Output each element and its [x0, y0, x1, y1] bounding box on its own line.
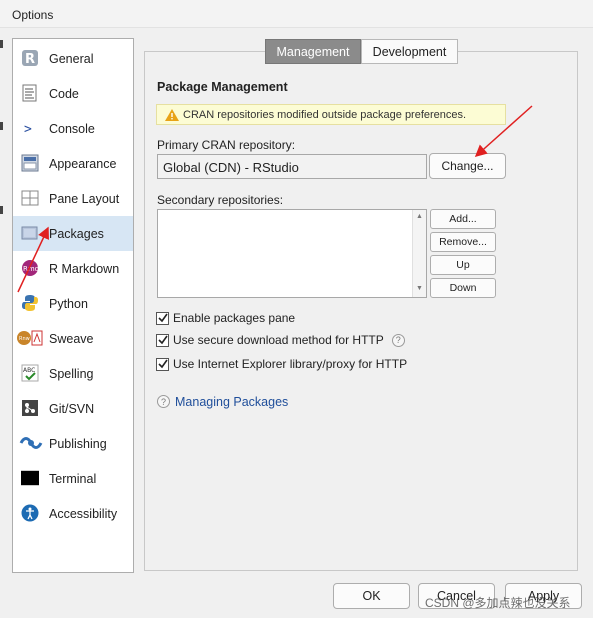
checkbox-label: Use secure download method for HTTP — [173, 333, 384, 347]
sidebar-item-publishing[interactable]: Publishing — [13, 426, 133, 461]
sidebar-item-git-svn[interactable]: Git/SVN — [13, 391, 133, 426]
sidebar-item-label: Appearance — [49, 157, 117, 171]
warning-icon — [165, 108, 179, 121]
sidebar-item-terminal[interactable]: Terminal — [13, 461, 133, 496]
sidebar-item-label: General — [49, 52, 94, 66]
secondary-repo-label: Secondary repositories: — [157, 193, 284, 207]
svg-text:>: > — [24, 122, 32, 136]
sidebar-item-label: Console — [49, 122, 95, 136]
enable-packages-pane-checkbox[interactable] — [156, 311, 169, 325]
sidebar-item-packages[interactable]: Packages — [13, 216, 133, 251]
publishing-icon — [19, 434, 43, 452]
help-question-icon[interactable]: ? — [157, 395, 170, 408]
remove-repo-button[interactable]: Remove... — [430, 232, 496, 252]
sidebar-item-accessibility[interactable]: Accessibility — [13, 496, 133, 531]
sweave-pdf-icon: Rnw — [17, 329, 43, 347]
sidebar-item-label: Packages — [49, 227, 104, 241]
pane-layout-icon — [21, 189, 39, 207]
sidebar-item-python[interactable]: Python — [13, 286, 133, 321]
secondary-repo-list[interactable]: ▲ ▼ — [157, 209, 427, 298]
spelling-abc-icon: ABC — [21, 364, 39, 382]
warning-text: CRAN repositories modified outside packa… — [183, 108, 467, 121]
secure-download-option[interactable]: Use secure download method for HTTP ? — [156, 333, 405, 347]
list-scrollbar[interactable]: ▲ ▼ — [412, 210, 426, 297]
window-title: Options — [0, 0, 593, 28]
git-icon — [21, 399, 39, 417]
managing-packages-link[interactable]: Managing Packages — [175, 395, 288, 409]
r-logo-icon: R — [21, 49, 39, 67]
console-prompt-icon: > — [21, 119, 39, 137]
code-document-icon — [21, 84, 39, 102]
tab-development[interactable]: Development — [361, 39, 458, 64]
secure-download-checkbox[interactable] — [156, 333, 169, 347]
tab-management[interactable]: Management — [265, 39, 361, 64]
section-title: Package Management — [157, 80, 288, 94]
terminal-icon — [21, 469, 39, 487]
appearance-palette-icon — [21, 154, 39, 172]
sidebar-item-label: Sweave — [49, 332, 94, 346]
checkbox-label: Use Internet Explorer library/proxy for … — [173, 357, 408, 371]
sidebar-item-label: Git/SVN — [49, 402, 95, 416]
left-edge-mark — [0, 40, 3, 48]
primary-repo-label: Primary CRAN repository: — [157, 138, 296, 152]
sidebar-item-label: Publishing — [49, 437, 107, 451]
help-question-icon[interactable]: ? — [391, 333, 405, 347]
cancel-button[interactable]: Cancel — [418, 583, 495, 609]
sidebar-item-sweave[interactable]: Rnw Sweave — [13, 321, 133, 356]
add-repo-button[interactable]: Add... — [430, 209, 496, 229]
svg-text:ABC: ABC — [23, 367, 35, 374]
left-edge-mark — [0, 122, 3, 130]
sidebar-item-general[interactable]: R General — [13, 41, 133, 76]
sidebar-item-appearance[interactable]: Appearance — [13, 146, 133, 181]
svg-text:R: R — [25, 52, 35, 67]
sidebar-item-label: Accessibility — [49, 507, 118, 521]
move-up-button[interactable]: Up — [430, 255, 496, 275]
packages-box-icon — [21, 224, 39, 242]
accessibility-icon — [21, 504, 39, 522]
sidebar-item-label: R Markdown — [49, 262, 120, 276]
repository-warning: CRAN repositories modified outside packa… — [156, 104, 506, 125]
svg-text:Rnw: Rnw — [19, 336, 30, 342]
change-button[interactable]: Change... — [429, 153, 506, 179]
apply-button[interactable]: Apply — [505, 583, 582, 609]
left-edge-mark — [0, 206, 3, 214]
options-sidebar: R General Code > Console Appearance Pane… — [12, 38, 134, 573]
sidebar-item-label: Pane Layout — [49, 192, 120, 206]
sidebar-item-pane-layout[interactable]: Pane Layout — [13, 181, 133, 216]
scroll-down-arrow-icon[interactable]: ▼ — [416, 285, 423, 292]
ok-button[interactable]: OK — [333, 583, 410, 609]
sidebar-item-label: Python — [49, 297, 88, 311]
sidebar-item-r-markdown[interactable]: Rmd R Markdown — [13, 251, 133, 286]
ie-proxy-option[interactable]: Use Internet Explorer library/proxy for … — [156, 357, 407, 371]
move-down-button[interactable]: Down — [430, 278, 496, 298]
sidebar-item-label: Code — [49, 87, 79, 101]
scroll-up-arrow-icon[interactable]: ▲ — [416, 213, 423, 220]
enable-packages-pane-option[interactable]: Enable packages pane — [156, 311, 295, 325]
sidebar-item-console[interactable]: > Console — [13, 111, 133, 146]
svg-text:Rmd: Rmd — [23, 265, 39, 273]
sidebar-item-label: Terminal — [49, 472, 97, 486]
sidebar-item-spelling[interactable]: ABC Spelling — [13, 356, 133, 391]
checkbox-label: Enable packages pane — [173, 311, 296, 325]
primary-repo-field[interactable]: Global (CDN) - RStudio — [157, 154, 427, 179]
ie-proxy-checkbox[interactable] — [156, 357, 169, 371]
sidebar-item-label: Spelling — [49, 367, 94, 381]
python-logo-icon — [21, 294, 39, 312]
sidebar-item-code[interactable]: Code — [13, 76, 133, 111]
rmarkdown-icon: Rmd — [21, 259, 39, 277]
